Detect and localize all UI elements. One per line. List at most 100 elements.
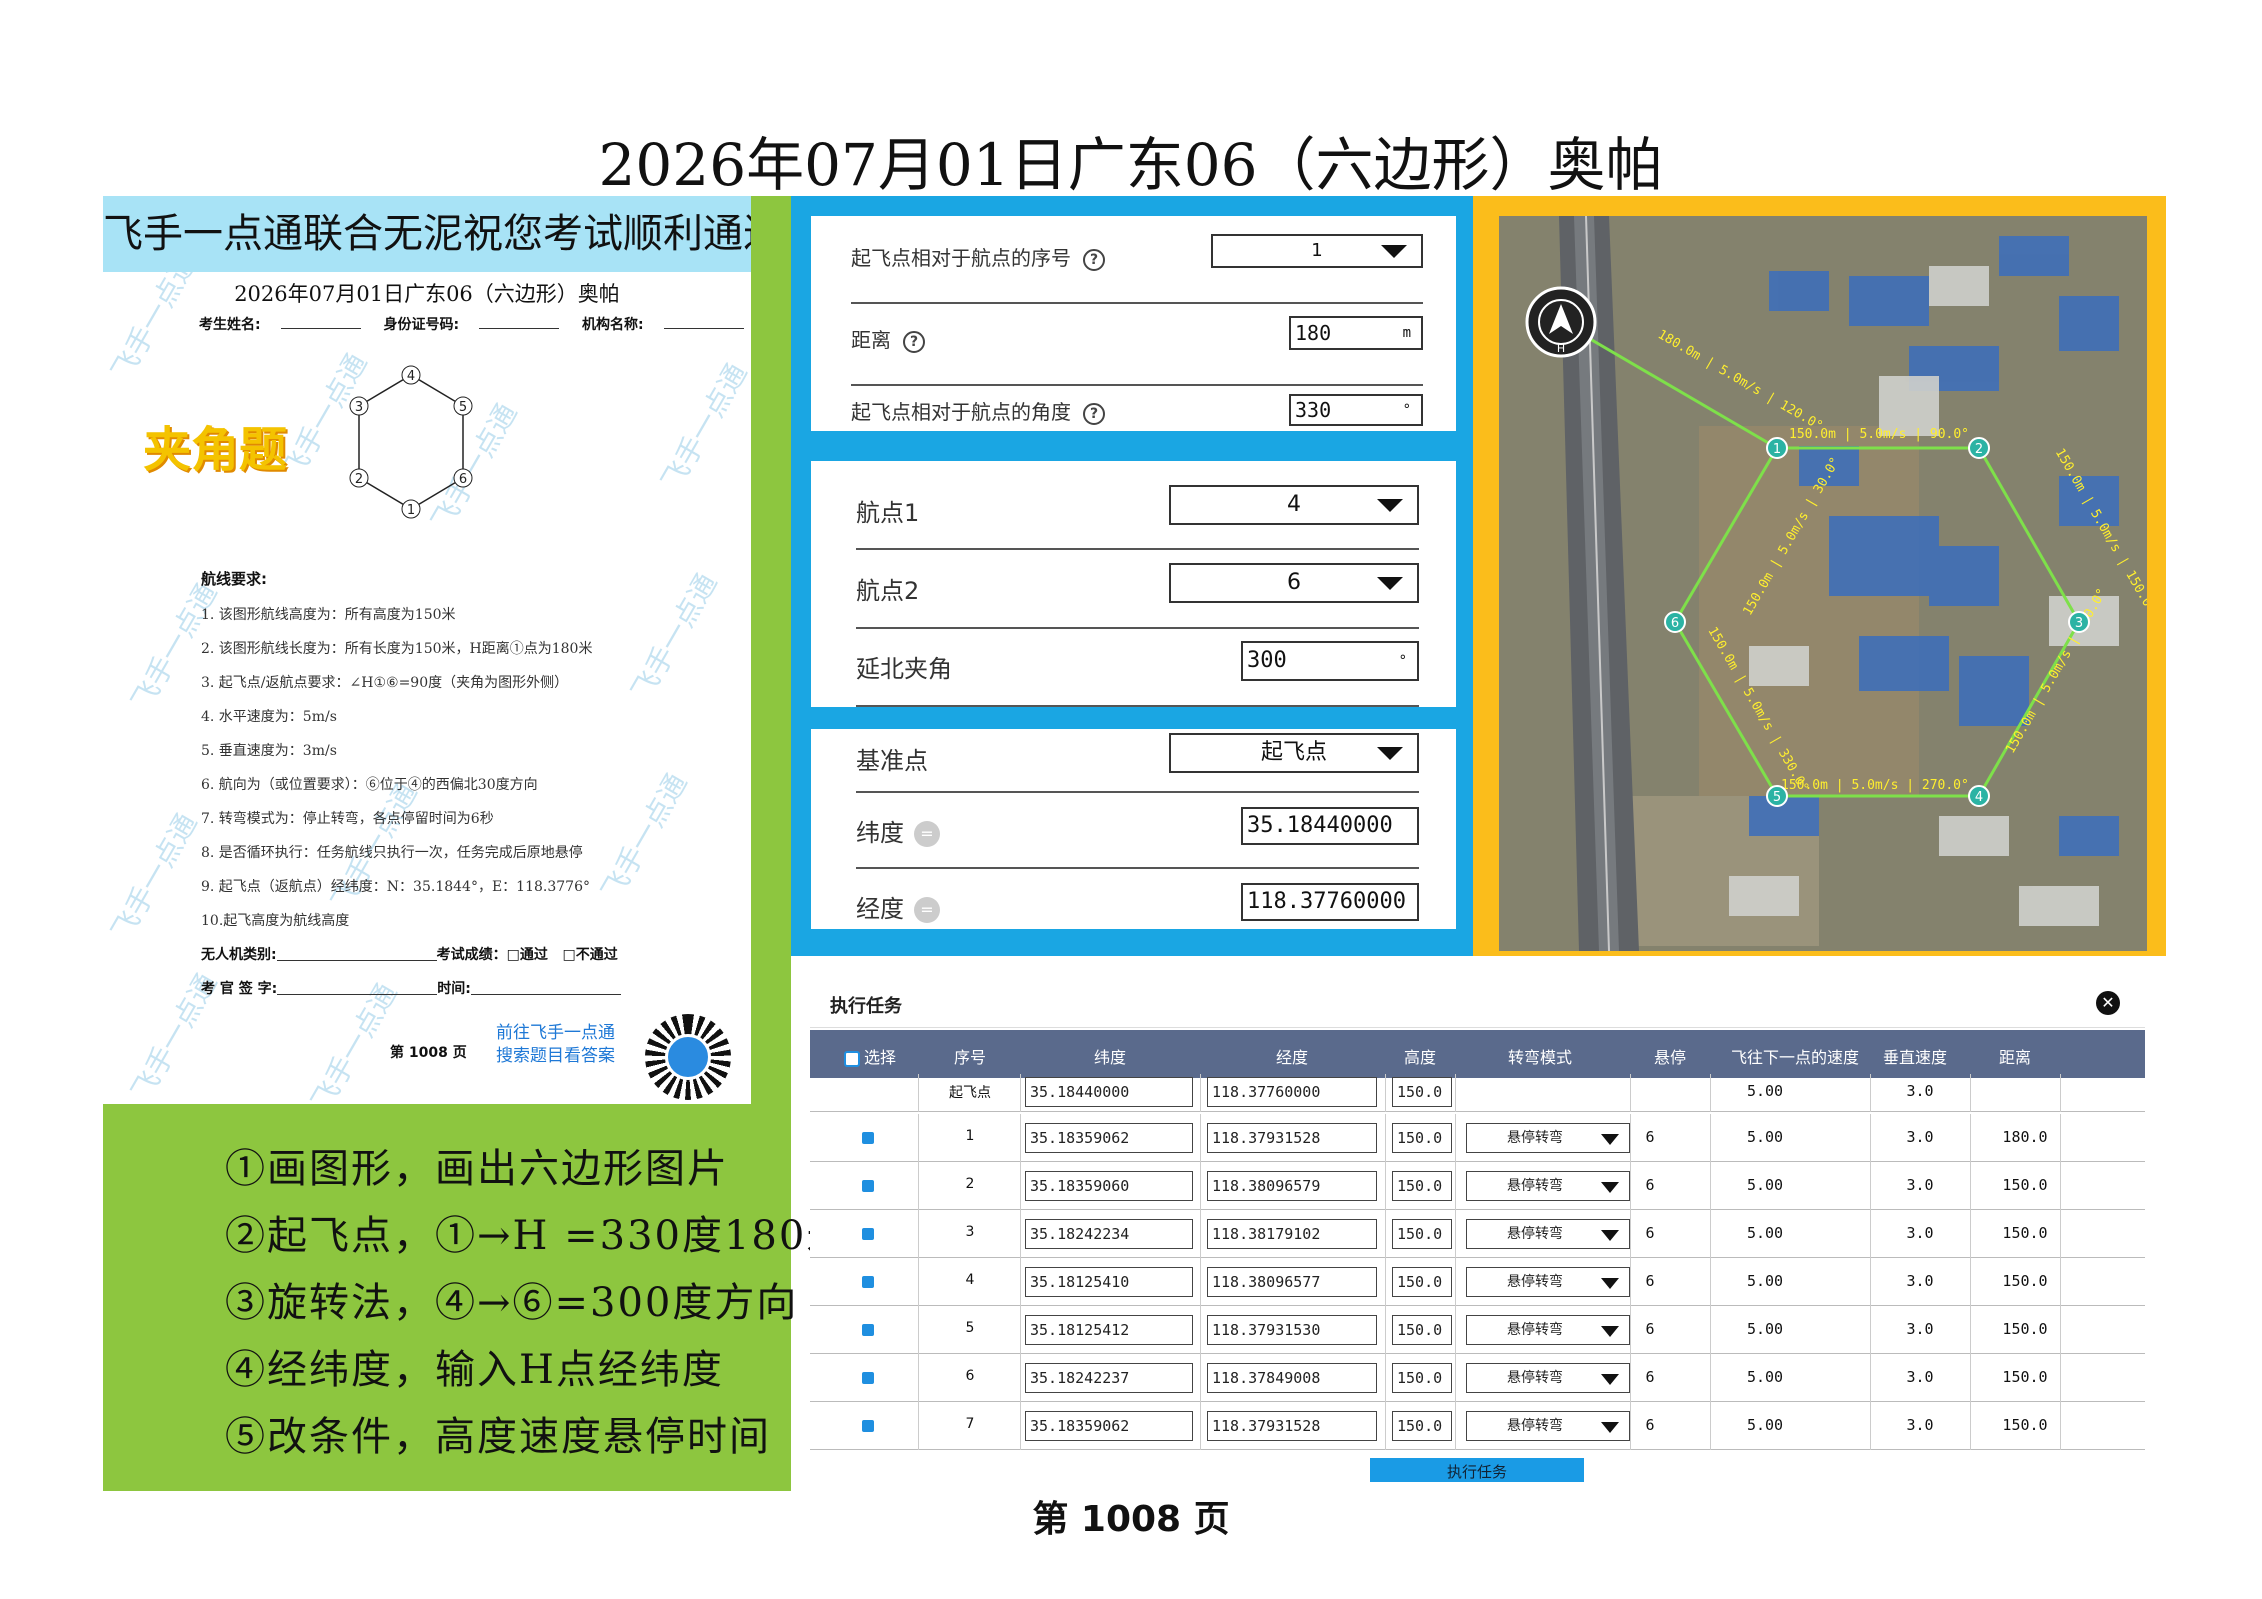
row-checkbox[interactable] xyxy=(862,1132,874,1144)
row-turn-select[interactable]: 悬停转弯 xyxy=(1466,1171,1630,1201)
seq-select[interactable]: 1 xyxy=(1211,234,1423,268)
row-turn-select[interactable]: 悬停转弯 xyxy=(1466,1219,1630,1249)
row-alt-input[interactable]: 150.0 xyxy=(1392,1363,1452,1393)
row-lng-input[interactable]: 118.37760000 xyxy=(1207,1077,1377,1107)
row-lng-input[interactable]: 118.38096579 xyxy=(1207,1171,1377,1201)
divider xyxy=(856,627,1419,629)
divider xyxy=(856,867,1419,869)
row-checkbox[interactable] xyxy=(862,1276,874,1288)
table-row[interactable]: 4 35.18125410 118.38096577 150.0 悬停转弯 6 5.00 3.… xyxy=(810,1258,2145,1306)
help-icon[interactable]: ? xyxy=(903,330,925,353)
help-icon[interactable]: ? xyxy=(1083,402,1105,425)
row-turn-select[interactable]: 悬停转弯 xyxy=(1466,1315,1630,1345)
row-lng-input[interactable]: 118.38096577 xyxy=(1207,1267,1377,1297)
column-divider xyxy=(1385,1258,1386,1306)
row-turn-select[interactable]: 悬停转弯 xyxy=(1466,1123,1630,1153)
row-turn-select[interactable]: 悬停转弯 xyxy=(1466,1411,1630,1441)
row-lng-input[interactable]: 118.37849008 xyxy=(1207,1363,1377,1393)
table-row[interactable]: 6 35.18242237 118.37849008 150.0 悬停转弯 6 5.00 3.… xyxy=(810,1354,2145,1402)
divider xyxy=(851,302,1423,304)
column-divider xyxy=(2060,1258,2061,1306)
help-icon[interactable]: ? xyxy=(1083,248,1105,271)
row-lat-input[interactable]: 35.18242234 xyxy=(1025,1219,1193,1249)
column-divider xyxy=(1870,1402,1871,1450)
row-alt-input[interactable]: 150.0 xyxy=(1392,1171,1452,1201)
row-lat-input[interactable]: 35.18125410 xyxy=(1025,1267,1193,1297)
latitude-input[interactable]: 35.18440000 xyxy=(1241,807,1419,845)
row-lng-input[interactable]: 118.37931528 xyxy=(1207,1123,1377,1153)
column-divider xyxy=(1385,1162,1386,1210)
waypoint2-select[interactable]: 6 xyxy=(1169,563,1419,603)
footer-page-number: 第 1008 页 xyxy=(1032,1499,1230,1540)
row-turn-select[interactable]: 悬停转弯 xyxy=(1466,1267,1630,1297)
table-row[interactable]: 1 35.18359062 118.37931528 150.0 悬停转弯 6 5.00 3.… xyxy=(810,1114,2145,1162)
col-select[interactable]: 选择 xyxy=(830,1044,910,1068)
column-divider xyxy=(1200,1306,1201,1354)
reference-select[interactable]: 起飞点 xyxy=(1169,733,1419,773)
chevron-down-icon xyxy=(1601,1422,1619,1433)
column-divider xyxy=(918,1258,919,1306)
row-dist: 150.0 xyxy=(2002,1176,2048,1194)
longitude-label: 经度 = xyxy=(856,889,940,924)
equal-icon[interactable]: = xyxy=(914,897,940,923)
requirement-item: 1. 该图形航线高度为：所有高度为150米 xyxy=(201,607,456,623)
step-3: ③旋转法，④→⑥=300度方向 xyxy=(225,1280,799,1326)
row-alt-input[interactable]: 150.0 xyxy=(1392,1411,1452,1441)
col-turn: 转弯模式 xyxy=(1507,1048,1572,1067)
qr-caption-line: 前往飞手一点通 xyxy=(496,1023,615,1043)
table-row[interactable]: 2 35.18359060 118.38096579 150.0 悬停转弯 6 5.00 3.… xyxy=(810,1162,2145,1210)
distance-input[interactable]: 180 m xyxy=(1289,316,1423,350)
table-row[interactable]: 3 35.18242234 118.38179102 150.0 悬停转弯 6 5.00 3.… xyxy=(810,1210,2145,1258)
row-alt-input[interactable]: 150.0 xyxy=(1392,1077,1452,1107)
satellite-map[interactable]: 180.0m | 5.0m/s | 120.0° 150.0m | 5.0m/s… xyxy=(1499,216,2147,951)
waypoint2-label: 航点2 xyxy=(856,577,920,605)
table-row[interactable]: 起飞点 35.18440000 118.37760000 150.0 5.00 3.0 xyxy=(810,1074,2145,1112)
step-5: ⑤改条件，高度速度悬停时间 xyxy=(225,1414,771,1460)
row-lng-input[interactable]: 118.38179102 xyxy=(1207,1219,1377,1249)
column-divider xyxy=(1710,1402,1711,1450)
north-angle-input[interactable]: 300 ° xyxy=(1241,641,1419,681)
column-divider xyxy=(1970,1402,1971,1450)
row-speed: 5.00 xyxy=(1746,1176,1784,1194)
waypoint1-select[interactable]: 4 xyxy=(1169,485,1419,525)
table-row[interactable]: 5 35.18125412 118.37931530 150.0 悬停转弯 6 5.00 3.… xyxy=(810,1306,2145,1354)
select-all-checkbox[interactable] xyxy=(843,1050,860,1067)
column-divider xyxy=(1020,1114,1021,1162)
close-icon[interactable]: ✕ xyxy=(2096,991,2120,1015)
col-lat: 纬度 xyxy=(1093,1048,1126,1067)
row-lat-input[interactable]: 35.18359060 xyxy=(1025,1171,1193,1201)
column-divider xyxy=(1385,1210,1386,1258)
row-lng-input[interactable]: 118.37931530 xyxy=(1207,1315,1377,1345)
longitude-input[interactable]: 118.37760000 xyxy=(1241,883,1419,921)
row-lat-input[interactable]: 35.18125412 xyxy=(1025,1315,1193,1345)
row-checkbox[interactable] xyxy=(862,1420,874,1432)
row-lat-input[interactable]: 35.18359062 xyxy=(1025,1123,1193,1153)
row-checkbox[interactable] xyxy=(862,1372,874,1384)
row-lat-input[interactable]: 35.18359062 xyxy=(1025,1411,1193,1441)
execute-task-button[interactable]: 执行任务 xyxy=(1370,1458,1584,1482)
row-alt-input[interactable]: 150.0 xyxy=(1392,1267,1452,1297)
row-vspeed: 3.0 xyxy=(1906,1176,1934,1194)
row-vspeed: 3.0 xyxy=(1906,1416,1934,1434)
home-label: H xyxy=(1557,342,1565,355)
column-divider xyxy=(1970,1258,1971,1306)
row-lat-input[interactable]: 35.18242237 xyxy=(1025,1363,1193,1393)
distance-label: 距离? xyxy=(851,324,925,353)
row-lng-input[interactable]: 118.37931528 xyxy=(1207,1411,1377,1441)
row-alt-input[interactable]: 150.0 xyxy=(1392,1315,1452,1345)
row-checkbox[interactable] xyxy=(862,1180,874,1192)
row-lat-input[interactable]: 35.18440000 xyxy=(1025,1077,1193,1107)
row-checkbox[interactable] xyxy=(862,1228,874,1240)
row-checkbox[interactable] xyxy=(862,1324,874,1336)
equal-icon[interactable]: = xyxy=(914,821,940,847)
row-turn-select[interactable]: 悬停转弯 xyxy=(1466,1363,1630,1393)
column-divider xyxy=(1020,1258,1021,1306)
row-alt-input[interactable]: 150.0 xyxy=(1392,1219,1452,1249)
table-header: 选择 序号 纬度 经度 高度 转弯模式 悬停 飞往下一点的速度 垂直速度 距离 xyxy=(810,1030,2145,1078)
watermark: 飞手一点通 xyxy=(625,567,724,706)
qr-code-icon[interactable] xyxy=(645,1014,731,1100)
row-alt-input[interactable]: 150.0 xyxy=(1392,1123,1452,1153)
home-point-icon[interactable]: H xyxy=(1525,286,1597,358)
angle-input[interactable]: 330 ° xyxy=(1289,394,1423,426)
table-row[interactable]: 7 35.18359062 118.37931528 150.0 悬停转弯 6 5.00 3.… xyxy=(810,1402,2145,1450)
